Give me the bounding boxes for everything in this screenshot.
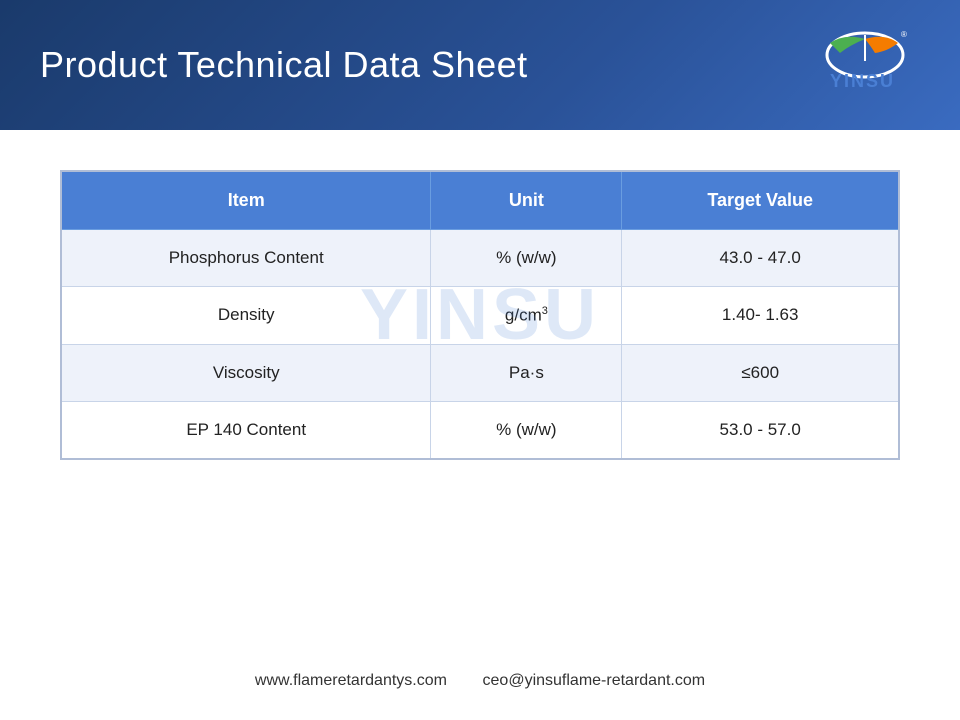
cell-item: Viscosity — [61, 344, 431, 401]
cell-value: 1.40- 1.63 — [622, 287, 899, 345]
table-row: EP 140 Content% (w/w)53.0 - 57.0 — [61, 401, 899, 459]
cell-unit: % (w/w) — [431, 401, 622, 459]
table-header-row: Item Unit Target Value — [61, 171, 899, 230]
col-header-value: Target Value — [622, 171, 899, 230]
yinsu-logo: ® YINSU — [810, 25, 920, 105]
cell-value: 43.0 - 47.0 — [622, 230, 899, 287]
footer-email: ceo@yinsuflame-retardant.com — [483, 672, 706, 689]
table-row: Phosphorus Content% (w/w)43.0 - 47.0 — [61, 230, 899, 287]
col-header-unit: Unit — [431, 171, 622, 230]
cell-value: ≤600 — [622, 344, 899, 401]
main-content: YINSU Item Unit Target Value Phosphorus … — [0, 130, 960, 480]
table-row: ViscosityPa·s≤600 — [61, 344, 899, 401]
footer-website: www.flameretardantys.com — [255, 672, 447, 689]
cell-item: Phosphorus Content — [61, 230, 431, 287]
cell-item: EP 140 Content — [61, 401, 431, 459]
cell-unit: g/cm3 — [431, 287, 622, 345]
cell-value: 53.0 - 57.0 — [622, 401, 899, 459]
cell-unit: Pa·s — [431, 344, 622, 401]
cell-unit: % (w/w) — [431, 230, 622, 287]
table-row: Densityg/cm31.40- 1.63 — [61, 287, 899, 345]
data-table: Item Unit Target Value Phosphorus Conten… — [60, 170, 900, 460]
cell-item: Density — [61, 287, 431, 345]
page-title: Product Technical Data Sheet — [40, 44, 528, 86]
page-footer: www.flameretardantys.com ceo@yinsuflame-… — [0, 672, 960, 690]
page-header: Product Technical Data Sheet ® YINSU — [0, 0, 960, 130]
logo-area: ® YINSU — [810, 25, 920, 105]
svg-text:®: ® — [901, 30, 907, 39]
svg-text:YINSU: YINSU — [830, 71, 895, 91]
col-header-item: Item — [61, 171, 431, 230]
